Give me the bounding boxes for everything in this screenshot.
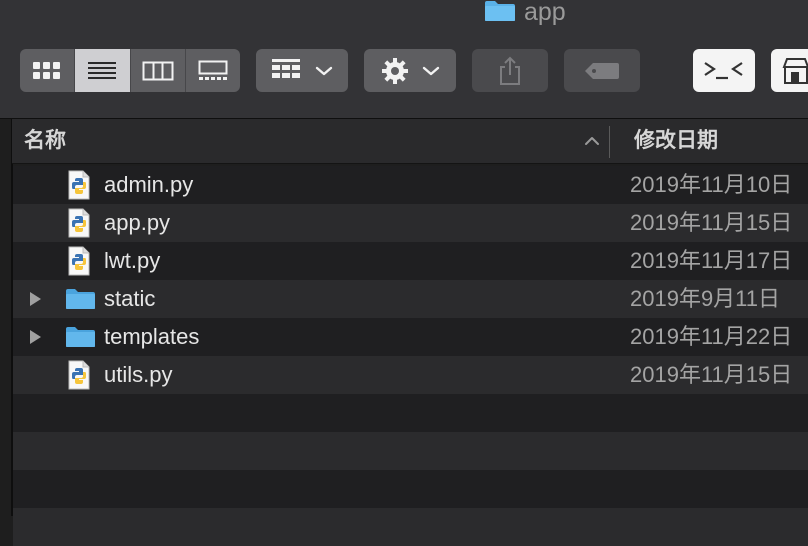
file-date: 2019年9月11日 (630, 286, 781, 311)
folder-icon (485, 1, 515, 21)
file-name: app.py (104, 210, 171, 235)
table-row[interactable]: app.py 2019年11月15日 (13, 204, 808, 242)
empty-row (13, 394, 808, 432)
column-header-name[interactable]: 名称 (24, 119, 66, 163)
column-header-date[interactable]: 修改日期 (634, 119, 718, 163)
window-title-text: app (524, 0, 566, 26)
open-terminal-button[interactable] (693, 49, 755, 92)
terminal-icon (704, 61, 743, 79)
file-name: templates (104, 324, 200, 349)
empty-row (13, 470, 808, 508)
empty-row (13, 508, 808, 546)
store-button[interactable] (771, 49, 808, 92)
folder-icon (66, 289, 95, 309)
store-icon (782, 57, 808, 84)
column-divider[interactable] (609, 126, 610, 158)
python-file-icon (68, 246, 90, 276)
tag-icon (585, 62, 619, 79)
icon-view-button[interactable] (20, 49, 76, 92)
file-date: 2019年11月15日 (630, 362, 793, 387)
view-mode-control (20, 49, 240, 92)
table-row[interactable]: lwt.py 2019年11月17日 (13, 242, 808, 280)
table-row[interactable]: static 2019年9月11日 (13, 280, 808, 318)
group-by-button[interactable] (256, 49, 348, 92)
grid-icon (33, 61, 61, 79)
column-header: 名称 修改日期 (12, 119, 808, 164)
file-name: static (104, 286, 156, 311)
file-name: admin.py (104, 172, 194, 197)
file-name: lwt.py (104, 248, 161, 273)
file-name: utils.py (104, 362, 173, 387)
table-row[interactable]: templates 2019年11月22日 (13, 318, 808, 356)
file-date: 2019年11月15日 (630, 210, 793, 235)
chevron-down-icon (422, 66, 440, 75)
group-grid-icon (272, 58, 300, 78)
sort-ascending-icon[interactable] (582, 131, 602, 151)
tags-button[interactable] (564, 49, 640, 92)
disclosure-triangle-icon[interactable] (27, 328, 43, 346)
window-title: app (484, 0, 566, 26)
chevron-down-icon (315, 66, 333, 75)
python-file-icon (68, 208, 90, 238)
python-file-icon (68, 170, 90, 200)
columns-icon (142, 61, 174, 80)
list-view-button[interactable] (75, 49, 131, 92)
file-list: admin.py 2019年11月10日 app.py 2019年11月15日 … (13, 166, 808, 546)
share-button[interactable] (472, 49, 548, 92)
list-icon (88, 61, 117, 79)
share-icon (500, 56, 520, 85)
file-date: 2019年11月17日 (630, 248, 793, 273)
table-row[interactable]: utils.py 2019年11月15日 (13, 356, 808, 394)
column-view-button[interactable] (131, 49, 186, 92)
folder-icon (66, 327, 95, 347)
file-date: 2019年11月10日 (630, 172, 793, 197)
file-date: 2019年11月22日 (630, 324, 793, 349)
disclosure-triangle-icon[interactable] (27, 290, 43, 308)
gallery-view-button[interactable] (186, 49, 240, 92)
action-button[interactable] (364, 49, 456, 92)
table-row[interactable]: admin.py 2019年11月10日 (13, 166, 808, 204)
gallery-icon (198, 60, 228, 80)
python-file-icon (68, 360, 90, 390)
gear-icon (382, 57, 408, 84)
toolbar: app (0, 0, 808, 119)
empty-row (13, 432, 808, 470)
